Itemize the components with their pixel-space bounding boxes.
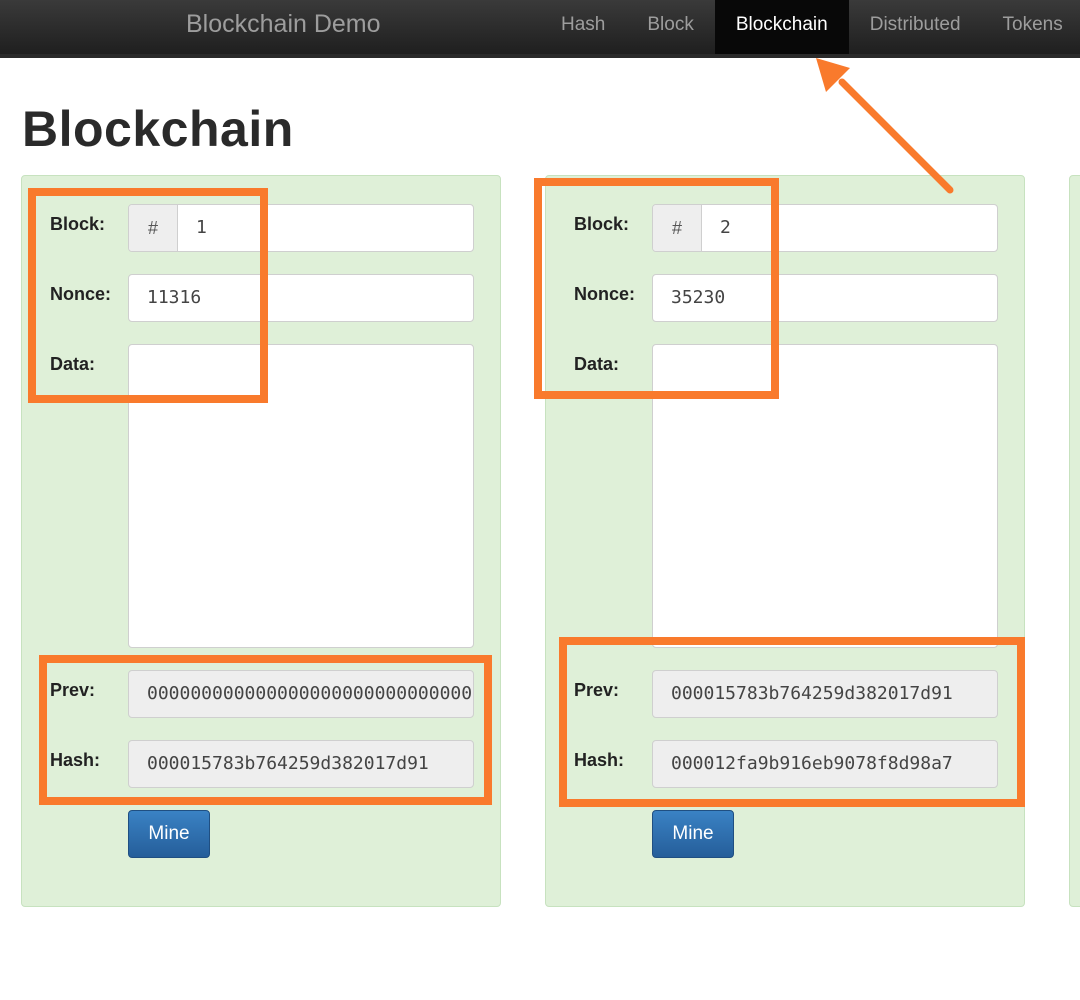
block-card-3	[1069, 175, 1080, 907]
data-textarea[interactable]	[128, 344, 474, 648]
nonce-label: Nonce:	[574, 284, 636, 304]
nonce-input[interactable]: 35230	[652, 274, 998, 322]
block-label: Block:	[50, 214, 106, 234]
data-label: Data:	[574, 354, 620, 374]
hash-label: Hash:	[50, 750, 101, 770]
prev-label: Prev:	[50, 680, 96, 700]
nonce-input[interactable]: 11316	[128, 274, 474, 322]
data-textarea[interactable]	[652, 344, 998, 648]
hash-field: 000012fa9b916eb9078f8d98a7	[652, 740, 998, 788]
mine-button[interactable]: Mine	[652, 810, 734, 858]
hash-field: 000015783b764259d382017d91	[128, 740, 474, 788]
block-number-value[interactable]: 1	[178, 205, 207, 251]
hash-label: Hash:	[574, 750, 625, 770]
hash-sign-addon: #	[129, 205, 178, 251]
nav-menu: Hash Block Blockchain Distributed Tokens	[540, 0, 1080, 54]
nonce-label: Nonce:	[50, 284, 112, 304]
block-label: Block:	[574, 214, 630, 234]
arrow-shaft	[838, 78, 954, 194]
brand-title[interactable]: Blockchain Demo	[186, 10, 381, 39]
nav-distributed[interactable]: Distributed	[849, 0, 982, 54]
data-label: Data:	[50, 354, 96, 374]
block-card-1: Block: # 1 Nonce: 11316 Data: Prev: 0000…	[21, 175, 501, 907]
nav-blockchain[interactable]: Blockchain	[714, 0, 849, 54]
page-title: Blockchain	[22, 101, 294, 157]
nav-tokens[interactable]: Tokens	[982, 0, 1080, 54]
block-card-2: Block: # 2 Nonce: 35230 Data: Prev: 0000…	[545, 175, 1025, 907]
prev-label: Prev:	[574, 680, 620, 700]
nav-hash[interactable]: Hash	[540, 0, 626, 54]
nav-block[interactable]: Block	[626, 0, 714, 54]
mine-button[interactable]: Mine	[128, 810, 210, 858]
arrow-head-icon	[816, 58, 850, 92]
navbar: Blockchain Demo Hash Block Blockchain Di…	[0, 0, 1080, 58]
block-number-field[interactable]: # 1	[128, 204, 474, 252]
prev-hash-field: 000015783b764259d382017d91	[652, 670, 998, 718]
block-number-field[interactable]: # 2	[652, 204, 998, 252]
prev-hash-field: 0000000000000000000000000000000000000000…	[128, 670, 474, 718]
block-number-value[interactable]: 2	[702, 205, 731, 251]
hash-sign-addon: #	[653, 205, 702, 251]
